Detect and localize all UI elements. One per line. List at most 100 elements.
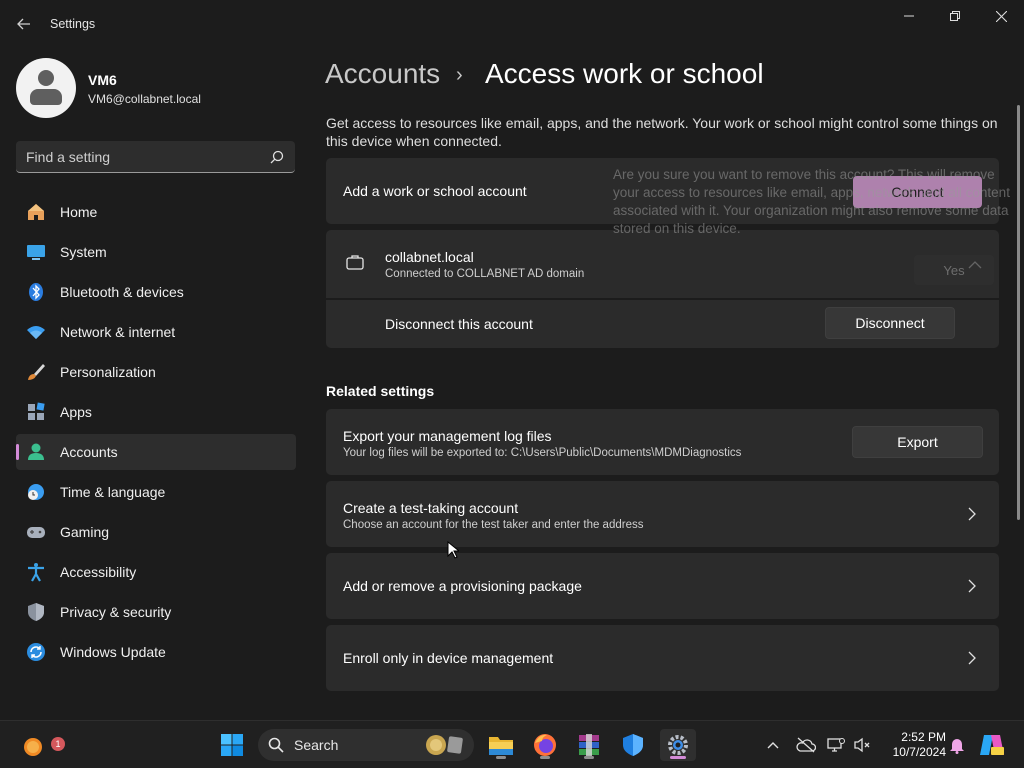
- start-button[interactable]: [216, 729, 248, 761]
- account-status: Connected to COLLABNET AD domain: [385, 268, 585, 280]
- export-logs-subtitle: Your log files will be exported to: C:\U…: [343, 447, 742, 459]
- firefox-icon: [534, 734, 556, 756]
- taskbar-search[interactable]: Search: [258, 729, 474, 761]
- search-input[interactable]: [26, 141, 266, 172]
- archive-icon: [579, 734, 599, 756]
- close-button[interactable]: [978, 0, 1024, 32]
- provisioning-title: Add or remove a provisioning package: [343, 578, 582, 594]
- settings-taskbar-button[interactable]: [660, 729, 696, 761]
- confirm-yes-button[interactable]: Yes: [914, 255, 994, 285]
- test-taking-account-card[interactable]: Create a test-taking account Choose an a…: [326, 481, 999, 547]
- network-icon: [827, 738, 845, 752]
- page-description: Get access to resources like email, apps…: [326, 115, 998, 149]
- account-divider: [326, 298, 999, 300]
- main-content: Accounts › Access work or school Get acc…: [310, 48, 1024, 720]
- test-taking-subtitle: Choose an account for the test taker and…: [343, 519, 644, 531]
- clock-time: 2:52 PM: [901, 730, 946, 744]
- enroll-device-management-card[interactable]: Enroll only in device management: [326, 625, 999, 691]
- breadcrumb-separator: ›: [456, 64, 463, 86]
- sidebar-item-windows-update[interactable]: Windows Update: [16, 634, 296, 670]
- export-logs-card: Export your management log files Your lo…: [326, 409, 999, 475]
- back-button[interactable]: [8, 8, 40, 40]
- sidebar: VM6 VM6@collabnet.local Home System Blue…: [0, 48, 310, 720]
- gear-icon: [668, 735, 688, 755]
- show-hidden-icons-button[interactable]: [757, 729, 789, 761]
- export-button[interactable]: Export: [852, 426, 983, 458]
- remove-account-confirmation-text: Are you sure you want to remove this acc…: [613, 167, 1010, 236]
- notification-badge: 1: [51, 737, 65, 751]
- onedrive-button[interactable]: [790, 729, 822, 761]
- firefox-button[interactable]: [529, 729, 561, 761]
- minimize-button[interactable]: [886, 0, 932, 32]
- restore-button[interactable]: [932, 0, 978, 32]
- related-settings-heading: Related settings: [326, 383, 435, 399]
- sidebar-item-bluetooth[interactable]: Bluetooth & devices: [16, 274, 296, 310]
- disconnect-button[interactable]: Disconnect: [825, 307, 955, 339]
- enroll-title: Enroll only in device management: [343, 650, 554, 666]
- home-icon: [28, 204, 44, 220]
- briefcase-icon: [346, 255, 364, 270]
- taskbar-clock[interactable]: 2:52 PM 10/7/2024: [880, 730, 946, 760]
- search-highlight-icon: [426, 735, 463, 755]
- scrollbar[interactable]: [1017, 105, 1020, 520]
- sidebar-item-network[interactable]: Network & internet: [16, 314, 296, 350]
- accounts-icon: [28, 443, 44, 460]
- windows-security-button[interactable]: [617, 729, 649, 761]
- find-setting-search[interactable]: [16, 141, 295, 173]
- user-profile[interactable]: VM6 VM6@collabnet.local: [16, 58, 296, 118]
- add-account-label: Add a work or school account: [343, 183, 527, 199]
- apps-icon: [28, 402, 45, 420]
- sidebar-item-accounts[interactable]: Accounts: [16, 434, 296, 470]
- sidebar-item-personalization[interactable]: Personalization: [16, 354, 296, 390]
- sidebar-item-gaming[interactable]: Gaming: [16, 514, 296, 550]
- system-icon: [27, 245, 45, 260]
- minimize-icon: [904, 15, 914, 17]
- sidebar-item-privacy-security[interactable]: Privacy & security: [16, 594, 296, 630]
- window-title: Settings: [50, 17, 96, 31]
- search-icon: [268, 737, 284, 753]
- search-icon[interactable]: [269, 149, 285, 165]
- file-explorer-button[interactable]: [485, 729, 517, 761]
- sidebar-item-apps[interactable]: Apps: [16, 394, 296, 430]
- widgets-button[interactable]: 1: [17, 729, 65, 761]
- taskbar: 1 Search 2:52 PM 10/7/2024: [0, 720, 1024, 768]
- chevron-right-icon: [968, 579, 976, 593]
- provisioning-package-card[interactable]: Add or remove a provisioning package: [326, 553, 999, 619]
- breadcrumb-parent[interactable]: Accounts: [325, 58, 440, 90]
- close-icon: [995, 10, 1007, 22]
- cloud-offline-icon: [796, 737, 816, 753]
- gamepad-icon: [27, 527, 45, 538]
- test-taking-title: Create a test-taking account: [343, 500, 519, 516]
- bell-icon: [950, 739, 964, 754]
- title-bar: Settings: [0, 0, 1024, 48]
- restore-icon: [950, 11, 960, 21]
- mouse-cursor-icon: [447, 541, 459, 559]
- copilot-icon: [980, 735, 1004, 755]
- volume-button[interactable]: [846, 729, 878, 761]
- wifi-icon: [27, 326, 45, 339]
- taskbar-search-label: Search: [294, 737, 339, 753]
- volume-muted-icon: [854, 737, 870, 753]
- back-arrow-icon: [17, 18, 30, 30]
- sidebar-item-accessibility[interactable]: Accessibility: [16, 554, 296, 590]
- notifications-button[interactable]: [941, 729, 973, 761]
- account-domain-name: collabnet.local: [385, 249, 474, 265]
- user-email: VM6@collabnet.local: [88, 92, 201, 106]
- update-icon: [27, 643, 45, 661]
- avatar: [16, 58, 76, 118]
- clock-date: 10/7/2024: [892, 745, 946, 759]
- folder-icon: [489, 737, 513, 755]
- sidebar-item-home[interactable]: Home: [16, 194, 296, 230]
- weather-widget-icon: [24, 738, 42, 756]
- disconnect-account-label: Disconnect this account: [385, 316, 533, 332]
- windows-logo-icon: [221, 734, 243, 756]
- sidebar-item-time-language[interactable]: Time & language: [16, 474, 296, 510]
- chevron-right-icon: [968, 507, 976, 521]
- copilot-button[interactable]: [976, 729, 1008, 761]
- chevron-right-icon: [968, 651, 976, 665]
- winrar-button[interactable]: [573, 729, 605, 761]
- sidebar-item-system[interactable]: System: [16, 234, 296, 270]
- account-header[interactable]: collabnet.local Connected to COLLABNET A…: [326, 230, 999, 298]
- accessibility-icon: [28, 563, 44, 582]
- page-title: Access work or school: [485, 58, 764, 89]
